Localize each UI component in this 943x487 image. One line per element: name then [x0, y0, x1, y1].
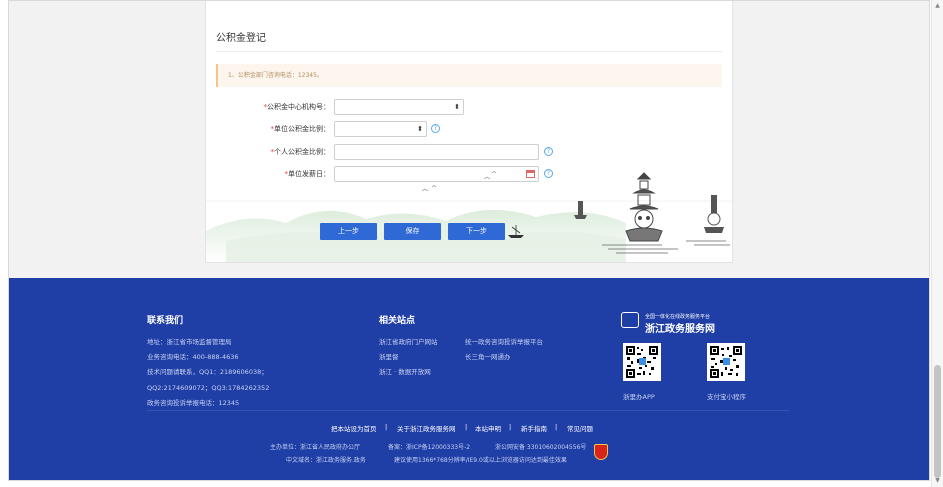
title-divider — [216, 51, 722, 52]
related-link[interactable]: 浙江省政府门户网站 — [379, 336, 438, 346]
next-step-button[interactable]: 下一步 — [448, 223, 505, 240]
unit-ratio-select[interactable]: ⬍ — [334, 121, 427, 137]
footer-sponsor: 主办单位：浙江省人民政府办公厅 — [270, 444, 361, 451]
related-link[interactable]: 浙江 · 数据开放网 — [379, 366, 431, 376]
contact-line: 业务咨询电话：400-888-4636 — [147, 353, 239, 361]
footer-domain: 中文域名：浙江政务服务.政务 — [286, 457, 366, 464]
org-select[interactable]: ⬍ — [334, 99, 464, 115]
qr-code-alipay — [707, 343, 745, 381]
site-footer: 联系我们 地址：浙江省市场监督管理局 业务咨询电话：400-888-4636 技… — [9, 278, 929, 480]
footer-separator: | — [555, 423, 558, 431]
field-label-org: *公积金中心机构号： — [263, 103, 331, 111]
footer-icp: 备案：浙ICP备12000333号-2 — [388, 444, 471, 451]
personal-ratio-input[interactable] — [334, 144, 539, 160]
contact-line: 技术问题请联系，QQ1：2189606038； — [147, 368, 268, 376]
landscape-illustration — [206, 171, 732, 262]
form-row-unit-ratio: *单位公积金比例： — [206, 121, 331, 137]
contact-line: 地址：浙江省市场监督管理局 — [147, 338, 232, 346]
notice-bar: 1、公积金部门咨询电话：12345。 — [216, 64, 722, 87]
save-button[interactable]: 保存 — [384, 223, 441, 240]
qr-label: 支付宝小程序 — [707, 393, 746, 401]
qr-code-icon — [625, 345, 659, 379]
contact-heading: 联系我们 — [147, 316, 184, 326]
contact-line: QQ2:2174609072；QQ3:1784262352 — [147, 384, 270, 392]
form-row-org: *公积金中心机构号： — [206, 99, 331, 115]
brand-title: 浙江政务服务网 — [645, 324, 715, 335]
scroll-thumb[interactable] — [934, 365, 941, 478]
page-scrollbar[interactable]: ▲ ▼ — [931, 0, 943, 487]
help-icon[interactable]: ? — [431, 124, 440, 133]
related-link[interactable]: 统一政务咨询投诉举报平台 — [465, 336, 543, 346]
page-title: 公积金登记 — [216, 33, 266, 44]
footer-separator: | — [385, 423, 388, 431]
footer-divider — [147, 410, 789, 411]
form-card: 公积金登记 1、公积金部门咨询电话：12345。 *公积金中心机构号： ⬍ *单… — [205, 1, 733, 263]
footer-link-about[interactable]: 关于浙江政务服务网 — [397, 423, 456, 433]
zjzw-logo-icon — [621, 312, 639, 328]
footer-link-homepage[interactable]: 把本站设为首页 — [331, 423, 377, 433]
related-link[interactable]: 长三角一网通办 — [465, 351, 511, 361]
footer-link-faq[interactable]: 常见问题 — [567, 423, 593, 433]
related-link[interactable]: 浙里督 — [379, 351, 399, 361]
field-label-personal-ratio: *个人公积金比例： — [270, 148, 331, 156]
contact-line: 政务咨询投诉举报电话：12345 — [147, 399, 240, 407]
qr-code-zlb — [623, 343, 661, 381]
brand-subtitle: 全国一体化在线政务服务平台 — [645, 314, 711, 320]
scroll-down-icon[interactable]: ▼ — [934, 478, 941, 484]
browser-page: 公积金登记 1、公积金部门咨询电话：12345。 *公积金中心机构号： ⬍ *单… — [8, 0, 930, 481]
scroll-up-icon[interactable]: ▲ — [934, 3, 941, 9]
related-heading: 相关站点 — [379, 316, 416, 326]
footer-separator: | — [465, 423, 468, 431]
gov-badge-icon[interactable] — [594, 444, 608, 460]
qr-code-icon — [709, 345, 743, 379]
footer-link-statement[interactable]: 本站申明 — [475, 423, 501, 433]
footer-link-guide[interactable]: 新手指南 — [521, 423, 547, 433]
field-label-unit-ratio: *单位公积金比例： — [270, 125, 331, 133]
footer-separator: | — [509, 423, 512, 431]
select-arrow-icon: ⬍ — [417, 125, 423, 133]
form-row-personal-ratio: *个人公积金比例： — [206, 144, 331, 160]
help-icon[interactable]: ? — [544, 147, 553, 156]
prev-step-button[interactable]: 上一步 — [320, 223, 377, 240]
footer-advice: 建议使用1366*768分辨率/IE9.0或以上浏览器访问达到最佳效果 — [394, 457, 567, 464]
select-arrow-icon: ⬍ — [454, 103, 460, 111]
qr-label: 浙里办APP — [623, 393, 655, 401]
footer-police: 浙公网安备 33010602004556号 — [495, 444, 587, 451]
